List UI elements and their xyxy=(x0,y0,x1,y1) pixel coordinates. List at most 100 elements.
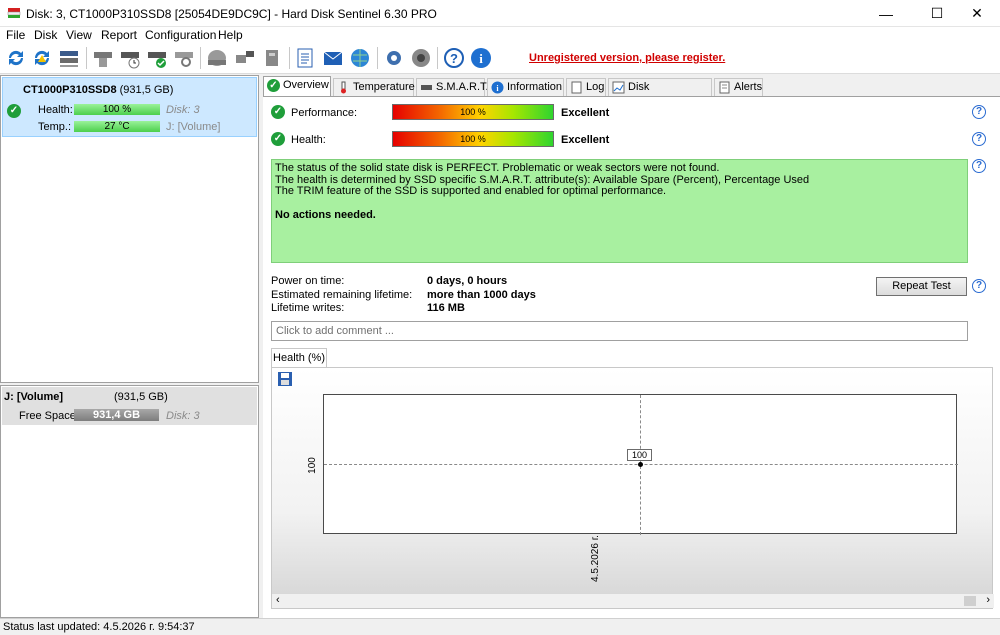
about-icon[interactable]: i xyxy=(469,46,493,70)
performance-check-icon: ✓ xyxy=(271,105,285,119)
disk-surface-icon[interactable] xyxy=(205,46,229,70)
globe-icon[interactable] xyxy=(348,46,372,70)
tab-health-chart[interactable]: Health (%) xyxy=(271,348,327,368)
disk-schedule-icon[interactable] xyxy=(118,46,142,70)
volume-size: (931,5 GB) xyxy=(114,391,168,403)
chart-y-tick: 100 xyxy=(306,457,318,474)
disk-network-icon[interactable] xyxy=(233,46,257,70)
save-icon[interactable] xyxy=(277,371,293,387)
maximize-icon: ☐ xyxy=(930,5,944,21)
toolbar-separator xyxy=(289,47,290,69)
writes-value: 116 MB xyxy=(427,302,465,314)
disk-entry[interactable]: CT1000P310SSD8 (931,5 GB) ✓ Health: 100 … xyxy=(2,77,257,137)
volume-name: J: [Volume] xyxy=(4,391,64,403)
app-icon xyxy=(7,8,21,18)
menu-file[interactable]: File xyxy=(6,28,25,42)
window-title: Disk: 3, CT1000P310SSD8 [25054DE9DC9C] -… xyxy=(26,7,437,21)
minimize-button[interactable]: — xyxy=(863,0,909,27)
disk-check-icon[interactable] xyxy=(145,46,169,70)
scroll-right-icon[interactable]: › xyxy=(986,594,990,606)
tab-temperature-label: Temperature xyxy=(353,81,415,93)
health-value: 100 % xyxy=(460,134,486,144)
status-bar: Status last updated: 4.5.2026 г. 9:54:37 xyxy=(0,618,1000,635)
disk-backup-icon[interactable] xyxy=(260,46,284,70)
health-label: Health: xyxy=(291,134,326,146)
health-gauge: 100 % xyxy=(392,131,554,147)
scroll-left-icon[interactable]: ‹ xyxy=(276,594,280,606)
tab-log[interactable]: Log xyxy=(566,78,606,97)
status-line: The TRIM feature of the SSD is supported… xyxy=(275,185,667,197)
report-icon[interactable] xyxy=(293,46,317,70)
volume-entry[interactable]: J: [Volume] (931,5 GB) Free Space 931,4 … xyxy=(2,387,257,425)
menu-configuration[interactable]: Configuration xyxy=(145,28,216,42)
tab-bar: ✓ Overview Temperature S.M.A.R.T. i Info… xyxy=(263,76,1000,110)
performance-label: Performance: xyxy=(291,107,358,119)
smart-icon xyxy=(421,85,432,90)
health-chart: 100 100 4.5.2026 г. ‹ › xyxy=(271,367,994,609)
settings-icon[interactable] xyxy=(382,46,406,70)
tab-alerts[interactable]: Alerts xyxy=(714,78,763,97)
repeat-test-button[interactable]: Repeat Test xyxy=(876,277,967,296)
temp-value: 27 °C xyxy=(104,121,130,132)
tab-log-label: Log xyxy=(586,81,605,93)
toolbar-separator xyxy=(437,47,438,69)
disk-name: CT1000P310SSD8 xyxy=(23,84,117,96)
comment-input[interactable]: Click to add comment ... xyxy=(271,321,968,341)
refresh-icon[interactable] xyxy=(4,46,28,70)
status-line: The status of the solid state disk is PE… xyxy=(275,162,720,174)
check-icon: ✓ xyxy=(7,104,21,118)
info-icon: i xyxy=(491,81,504,94)
tab-information[interactable]: i Information xyxy=(487,78,564,97)
volume-label: J: [Volume] xyxy=(166,121,221,133)
disk-search-icon[interactable] xyxy=(172,46,196,70)
help-icon[interactable]: ? xyxy=(972,105,986,119)
close-icon: ✕ xyxy=(971,5,983,21)
alerts-icon xyxy=(719,81,730,94)
toolbar-separator xyxy=(86,47,87,69)
speaker-icon[interactable] xyxy=(409,46,433,70)
tab-smart[interactable]: S.M.A.R.T. xyxy=(416,78,489,97)
health-bar: 100 % xyxy=(74,104,160,115)
toolbar-separator xyxy=(377,47,378,69)
minimize-icon: — xyxy=(879,5,893,22)
svg-text:i: i xyxy=(479,51,483,66)
overview-panel: ✓ Performance: 100 % Excellent ? ✓ Healt… xyxy=(263,96,1000,618)
lifetime-value: more than 1000 days xyxy=(427,289,536,301)
tab-overview-label: Overview xyxy=(283,79,329,91)
disk-list-icon[interactable] xyxy=(57,46,81,70)
disk-size: (931,5 GB) xyxy=(119,84,174,96)
disk-title: CT1000P310SSD8 (931,5 GB) xyxy=(23,84,173,96)
chart-x-tick: 4.5.2026 г. xyxy=(590,535,601,582)
menu-help[interactable]: Help xyxy=(218,28,243,42)
menu-report[interactable]: Report xyxy=(101,28,137,42)
tab-temperature[interactable]: Temperature xyxy=(333,78,415,97)
register-link[interactable]: Unregistered version, please register. xyxy=(529,52,725,64)
health-check-icon: ✓ xyxy=(271,132,285,146)
power-on-value: 0 days, 0 hours xyxy=(427,275,508,287)
disk-info-icon[interactable] xyxy=(91,46,115,70)
scroll-thumb[interactable] xyxy=(964,596,976,606)
help-icon[interactable]: ? xyxy=(442,46,466,70)
email-icon[interactable] xyxy=(321,46,345,70)
chart-point xyxy=(638,462,643,467)
toolbar-separator xyxy=(200,47,201,69)
help-icon[interactable]: ? xyxy=(972,132,986,146)
help-icon[interactable]: ? xyxy=(972,279,986,293)
tab-alerts-label: Alerts xyxy=(734,81,763,93)
refresh-warning-icon[interactable] xyxy=(30,46,54,70)
log-icon xyxy=(571,81,582,94)
tab-overview[interactable]: ✓ Overview xyxy=(263,76,331,97)
free-space-label: Free Space xyxy=(19,410,76,422)
help-icon[interactable]: ? xyxy=(972,159,986,173)
close-button[interactable]: ✕ xyxy=(954,0,1000,27)
chart-scrollbar[interactable]: ‹ › xyxy=(272,594,994,608)
menu-view[interactable]: View xyxy=(66,28,92,42)
tab-information-label: Information xyxy=(507,81,563,93)
temp-bar: 27 °C xyxy=(74,121,160,132)
menu-disk[interactable]: Disk xyxy=(34,28,57,42)
toolbar: ? i Unregistered version, please registe… xyxy=(0,43,1000,74)
svg-text:?: ? xyxy=(450,51,458,66)
tab-disk-performance[interactable]: Disk Performance xyxy=(608,78,712,110)
lifetime-label: Estimated remaining lifetime: xyxy=(271,289,413,301)
health-rating: Excellent xyxy=(561,134,610,146)
